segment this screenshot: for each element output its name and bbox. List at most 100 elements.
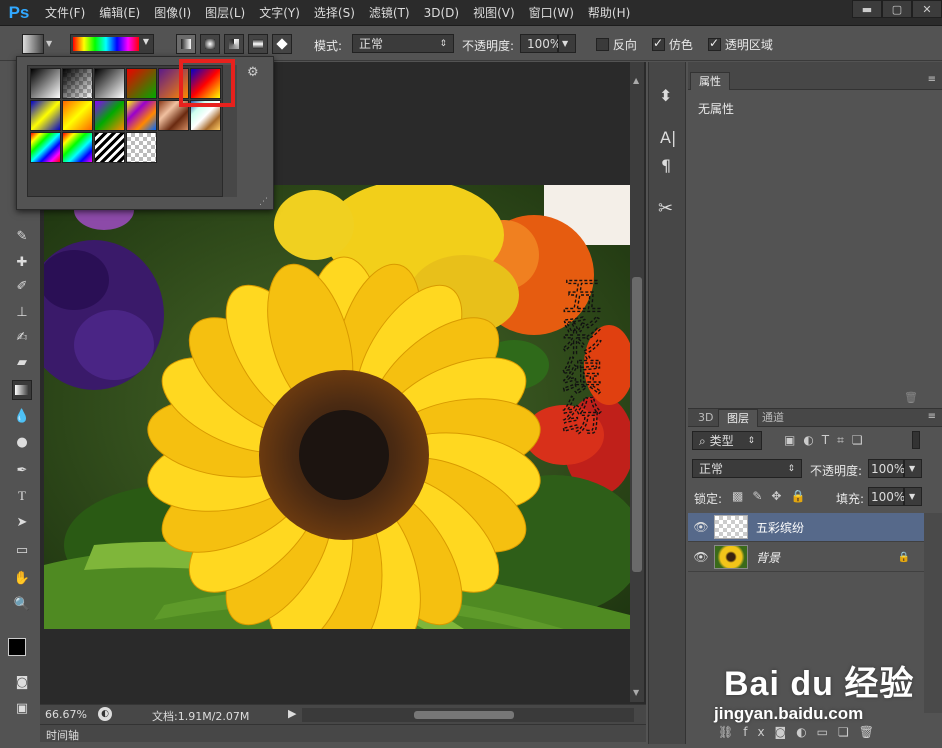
gradient-swatch-red-green[interactable]	[126, 68, 157, 99]
eraser-tool-icon[interactable]: ▰	[12, 352, 32, 372]
tab-channels[interactable]: 通道	[754, 409, 792, 427]
menu-item[interactable]: 文字(Y)	[252, 0, 307, 26]
transparency-option[interactable]: 透明区域	[708, 36, 773, 56]
dither-option[interactable]: 仿色	[652, 36, 693, 56]
visibility-eye-icon[interactable]: 👁	[688, 520, 714, 534]
fill-input[interactable]: 100%	[868, 487, 905, 506]
healing-brush-tool-icon[interactable]: ✚	[12, 252, 32, 272]
filter-toggle[interactable]	[912, 431, 920, 449]
dither-checkbox[interactable]	[652, 36, 665, 51]
zoom-level[interactable]: 66.67%	[45, 708, 87, 721]
scroll-thumb[interactable]	[632, 277, 642, 572]
menu-item[interactable]: 3D(D)	[417, 0, 466, 26]
tool-presets-icon[interactable]: ✂	[658, 198, 673, 219]
transparency-checkbox[interactable]	[708, 36, 721, 51]
tool-preset-picker[interactable]	[22, 34, 44, 54]
hand-tool-icon[interactable]: ✋	[12, 568, 32, 588]
scroll-up-arrow-icon[interactable]: ▲	[633, 76, 639, 85]
zoom-tool-icon[interactable]: 🔍	[12, 594, 32, 614]
horizontal-scrollbar[interactable]	[302, 708, 634, 722]
layer-name[interactable]: 五彩缤纷	[756, 519, 804, 536]
menu-item[interactable]: 编辑(E)	[92, 0, 147, 26]
layer-row[interactable]: 👁 背景 🔒	[688, 543, 924, 572]
gradient-swatch-orange-yellow-orange[interactable]	[62, 100, 93, 131]
layer-opacity-dropdown[interactable]: ▼	[904, 459, 922, 478]
layer-filter-icons[interactable]: ▣◐T⌗❏	[784, 433, 871, 448]
gradient-swatch-spectrum[interactable]	[30, 132, 61, 163]
menu-item[interactable]: 图层(L)	[198, 0, 252, 26]
layers-scrollbar[interactable]	[924, 513, 942, 713]
minimize-button[interactable]: ▬	[852, 0, 882, 18]
paragraph-panel-icon[interactable]: ¶	[661, 156, 671, 175]
layer-filter-select[interactable]: ⌕ 类型 ⇕	[692, 431, 762, 450]
gradient-swatch-violet-green-orange[interactable]	[94, 100, 125, 131]
menu-item[interactable]: 文件(F)	[38, 0, 92, 26]
gradient-swatch-foreground-to-transparent[interactable]	[62, 68, 93, 99]
layer-opacity-input[interactable]: 100%	[868, 459, 905, 478]
document-canvas[interactable]: 五彩缤纷	[44, 185, 630, 629]
dodge-tool-icon[interactable]: ●	[12, 432, 32, 452]
foreground-color-swatch[interactable]	[8, 638, 26, 656]
horizontal-scroll-thumb[interactable]	[414, 711, 514, 719]
gradient-swatch-checker-transparent[interactable]	[126, 132, 157, 163]
maximize-button[interactable]: ▢	[882, 0, 912, 18]
tab-3d[interactable]: 3D	[690, 409, 721, 427]
brush-tool-icon[interactable]: ✐	[12, 276, 32, 296]
vertical-scrollbar[interactable]: ▲ ▼	[630, 62, 644, 702]
gradient-swatch-black-white[interactable]	[94, 68, 125, 99]
menu-item[interactable]: 视图(V)	[466, 0, 522, 26]
screen-mode-icon[interactable]: ▣	[12, 698, 32, 718]
layer-actions[interactable]: ⛓fx◙◐▭❏🗑	[718, 725, 884, 739]
menu-item[interactable]: 帮助(H)	[581, 0, 637, 26]
quick-mask-icon[interactable]: ◙	[12, 672, 32, 692]
menu-item[interactable]: 窗口(W)	[522, 0, 581, 26]
tab-properties[interactable]: 属性	[690, 72, 730, 90]
status-info-icon[interactable]: ◐	[98, 707, 112, 721]
menu-item[interactable]: 滤镜(T)	[362, 0, 417, 26]
pen-tool-icon[interactable]: ✒	[12, 460, 32, 480]
reflected-gradient-button[interactable]	[248, 34, 268, 54]
menu-item[interactable]: 图像(I)	[147, 0, 198, 26]
opacity-dropdown-button[interactable]: ▼	[558, 34, 576, 53]
mode-select[interactable]: 正常 ⇕	[352, 34, 454, 53]
resize-grip-icon[interactable]: ⋰	[259, 197, 268, 207]
path-selection-tool-icon[interactable]: ➤	[12, 512, 32, 532]
history-panel-icon[interactable]: ⬍	[659, 86, 672, 105]
close-button[interactable]: ✕	[912, 0, 942, 18]
layers-panel-menu-icon[interactable]: ≡	[928, 411, 936, 422]
tab-layers[interactable]: 图层	[718, 409, 758, 427]
clone-stamp-tool-icon[interactable]: ⊥	[12, 302, 32, 322]
gradient-swatch-foreground-to-background[interactable]	[30, 68, 61, 99]
panel-menu-icon[interactable]: ≡	[928, 74, 936, 85]
gradient-swatch-blue-yellow-blue[interactable]	[30, 100, 61, 131]
trash-icon[interactable]: 🗑	[904, 391, 918, 404]
scroll-down-arrow-icon[interactable]: ▼	[633, 688, 639, 697]
linear-gradient-button[interactable]	[176, 34, 196, 54]
gradient-swatch-transparent-rainbow[interactable]	[62, 132, 93, 163]
reverse-checkbox[interactable]	[596, 38, 609, 51]
opacity-input[interactable]: 100%	[520, 34, 561, 53]
gradient-tool-icon[interactable]	[12, 380, 32, 400]
layer-row[interactable]: 👁 五彩缤纷	[688, 513, 924, 542]
fill-dropdown[interactable]: ▼	[904, 487, 922, 506]
gradient-swatch-yellow-violet-orange-blue[interactable]	[126, 100, 157, 131]
layer-name[interactable]: 背景	[756, 549, 898, 566]
status-menu-arrow-icon[interactable]: ▶	[288, 707, 296, 720]
gear-icon[interactable]: ⚙	[247, 65, 259, 80]
eyedropper-tool-icon[interactable]: ✎	[12, 226, 32, 246]
blend-mode-select[interactable]: 正常 ⇕	[692, 459, 802, 478]
gradient-editor-swatch[interactable]: ▼	[70, 34, 154, 54]
rectangle-tool-icon[interactable]: ▭	[12, 540, 32, 560]
diamond-gradient-button[interactable]	[272, 34, 292, 54]
type-tool-icon[interactable]: T	[12, 486, 32, 506]
radial-gradient-button[interactable]	[200, 34, 220, 54]
timeline-tab[interactable]: 时间轴	[46, 727, 79, 743]
character-panel-icon[interactable]: A|	[660, 128, 676, 147]
blur-tool-icon[interactable]: 💧	[12, 406, 32, 426]
history-brush-tool-icon[interactable]: ✍	[12, 327, 32, 347]
gradient-swatch-transparent-stripes[interactable]	[94, 132, 125, 163]
menu-item[interactable]: 选择(S)	[307, 0, 362, 26]
reverse-option[interactable]: 反向	[596, 36, 637, 56]
visibility-eye-icon[interactable]: 👁	[688, 550, 714, 564]
lock-icons[interactable]: ▩✎✥🔒	[732, 489, 814, 503]
